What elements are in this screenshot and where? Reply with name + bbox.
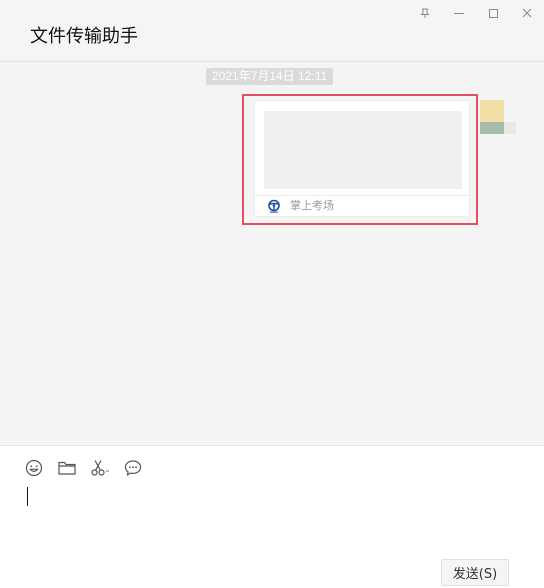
message-list[interactable]: 2021年7月14日 12:11 掌上考场 — [0, 63, 544, 445]
card-divider — [255, 195, 469, 196]
window-controls — [408, 0, 544, 26]
close-icon[interactable] — [510, 0, 544, 26]
input-toolbar — [24, 458, 143, 478]
chat-title: 文件传输助手 — [30, 26, 138, 47]
minimize-icon[interactable] — [442, 0, 476, 26]
steering-wheel-logo-icon — [268, 199, 280, 213]
message-timestamp: 2021年7月14日 12:11 — [206, 68, 334, 85]
input-panel: 发送(S) — [0, 445, 544, 588]
emoji-icon[interactable] — [24, 458, 44, 478]
mini-program-card[interactable]: 掌上考场 — [254, 100, 470, 217]
maximize-icon[interactable] — [476, 0, 510, 26]
card-source-name: 掌上考场 — [290, 199, 334, 212]
folder-icon[interactable] — [57, 458, 77, 478]
send-button[interactable]: 发送(S) — [441, 559, 509, 586]
card-thumbnail — [264, 111, 462, 189]
avatar[interactable] — [480, 100, 516, 136]
chat-bubble-icon[interactable] — [123, 458, 143, 478]
text-input-caret[interactable] — [27, 487, 28, 506]
pin-icon[interactable] — [408, 0, 442, 26]
scissors-icon[interactable] — [90, 458, 110, 478]
